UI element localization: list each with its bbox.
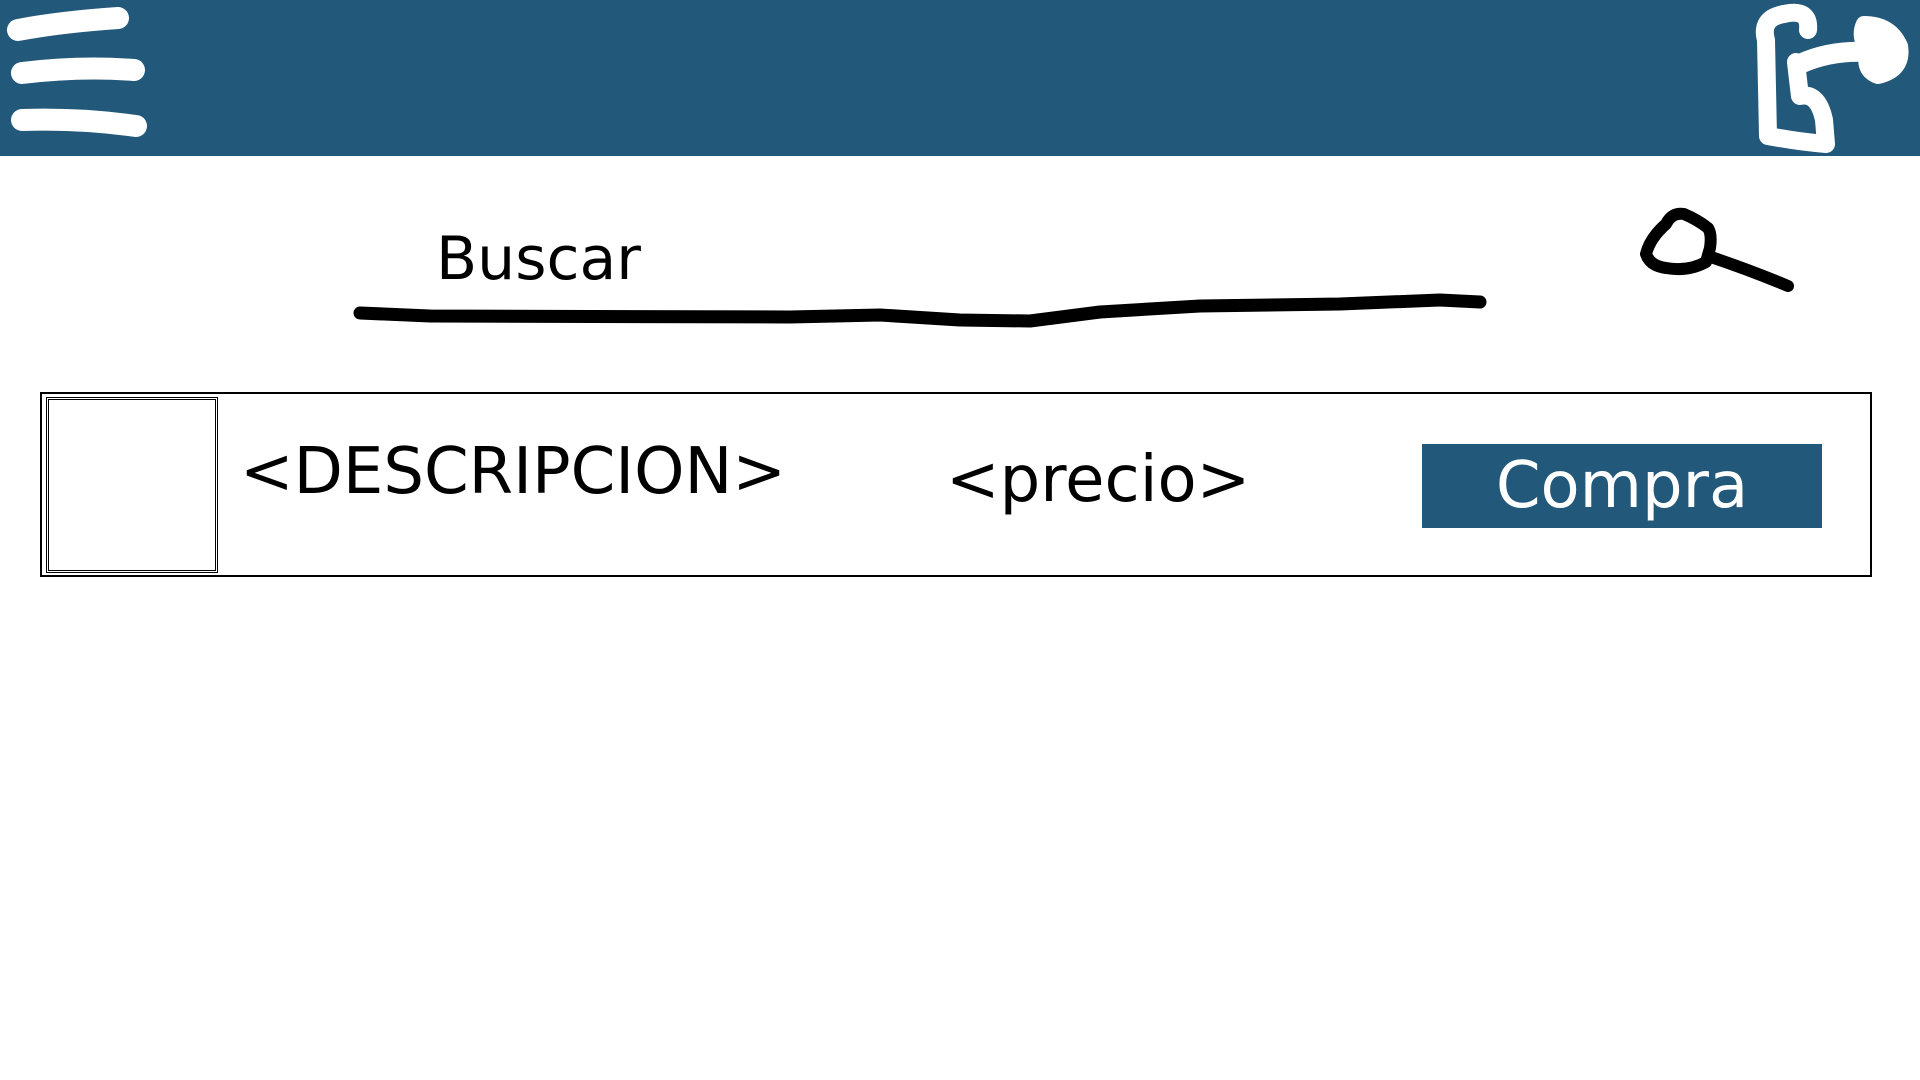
product-description: <DESCRIPCION> bbox=[240, 435, 787, 509]
product-image-placeholder bbox=[46, 397, 218, 573]
product-card: <DESCRIPCION> <precio> Compra bbox=[40, 392, 1872, 577]
buy-button[interactable]: Compra bbox=[1422, 444, 1822, 528]
hamburger-menu-icon[interactable] bbox=[0, 0, 160, 156]
top-header-bar bbox=[0, 0, 1920, 156]
magnifier-search-icon[interactable] bbox=[1620, 200, 1830, 310]
search-input[interactable] bbox=[340, 220, 1500, 330]
search-bar bbox=[340, 220, 1500, 330]
logout-exit-icon[interactable] bbox=[1700, 0, 1920, 156]
app-root: <DESCRIPCION> <precio> Compra bbox=[0, 0, 1920, 1080]
product-price: <precio> bbox=[946, 443, 1251, 517]
